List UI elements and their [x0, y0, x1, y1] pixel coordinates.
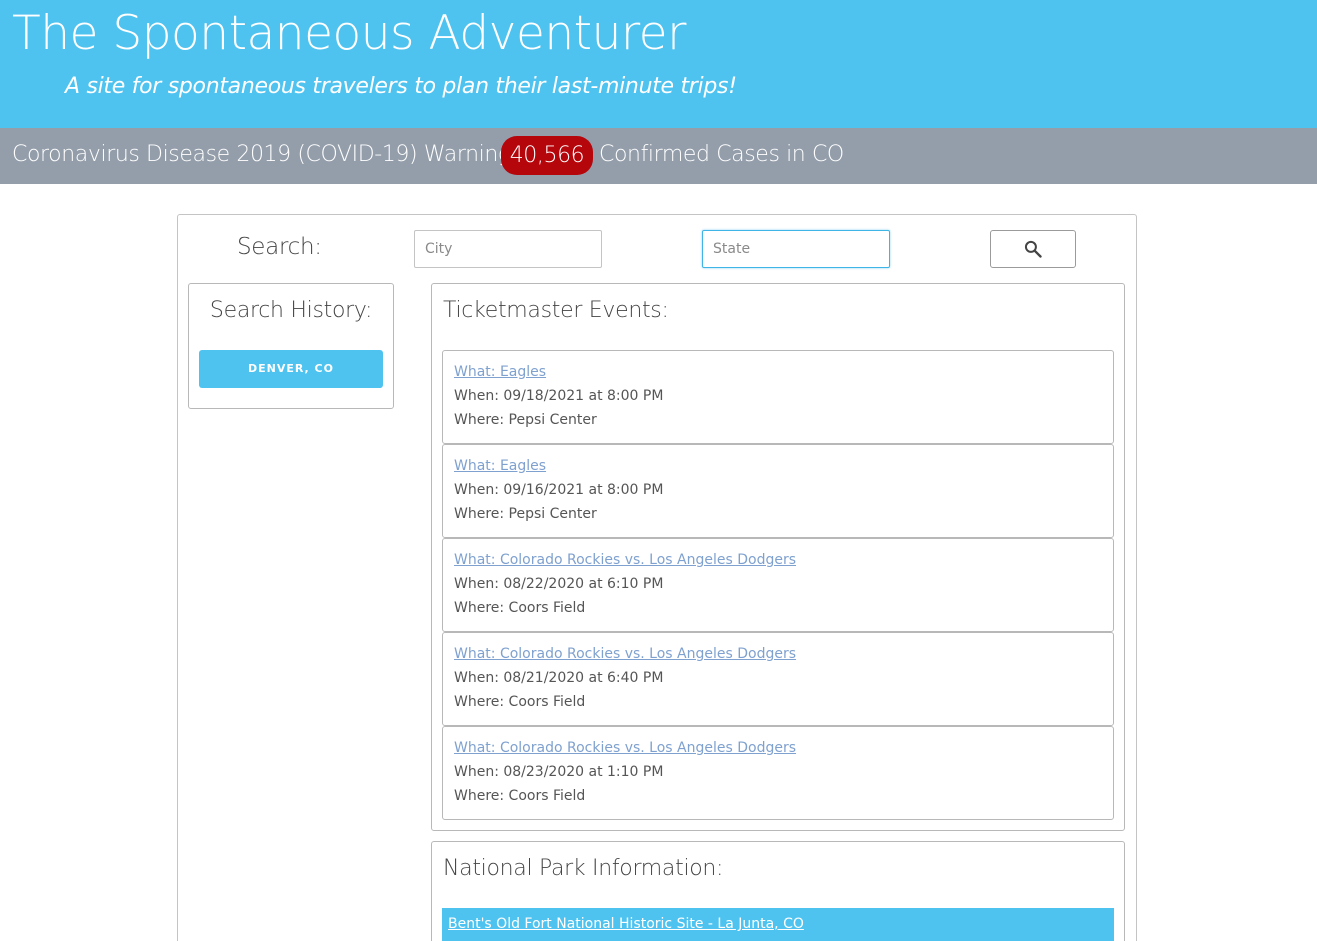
search-button[interactable]: [990, 230, 1076, 268]
case-count-badge: 40,566: [501, 136, 593, 175]
event-when: When: 09/18/2021 at 8:00 PM: [454, 388, 664, 404]
site-title: The Spontaneous Adventurer: [12, 6, 686, 61]
event-where: Where: Coors Field: [454, 694, 586, 710]
event-when: When: 08/21/2020 at 6:40 PM: [454, 670, 664, 686]
event-card: What: Colorado Rockies vs. Los Angeles D…: [442, 632, 1114, 726]
event-link[interactable]: What: Colorado Rockies vs. Los Angeles D…: [454, 740, 796, 756]
event-link[interactable]: What: Eagles: [454, 364, 546, 380]
event-where: Where: Pepsi Center: [454, 412, 597, 428]
park-link[interactable]: Bent's Old Fort National Historic Site -…: [448, 916, 804, 932]
event-link[interactable]: What: Colorado Rockies vs. Los Angeles D…: [454, 646, 796, 662]
search-icon: [1024, 240, 1042, 258]
parks-title: National Park Information:: [443, 856, 724, 881]
site-header: The Spontaneous Adventurer A site for sp…: [0, 0, 1317, 128]
events-title: Ticketmaster Events:: [443, 298, 669, 323]
event-card: What: Colorado Rockies vs. Los Angeles D…: [442, 538, 1114, 632]
park-item: Bent's Old Fort National Historic Site -…: [442, 908, 1114, 941]
covid-warning-bar: Coronavirus Disease 2019 (COVID-19) Warn…: [0, 128, 1317, 184]
event-when: When: 08/23/2020 at 1:10 PM: [454, 764, 664, 780]
city-input[interactable]: [414, 230, 602, 268]
site-subtitle: A site for spontaneous travelers to plan…: [65, 74, 737, 99]
event-card: What: Colorado Rockies vs. Los Angeles D…: [442, 726, 1114, 820]
event-card: What: Eagles When: 09/18/2021 at 8:00 PM…: [442, 350, 1114, 444]
search-history-panel: Search History: DENVER, CO: [188, 283, 394, 409]
event-when: When: 08/22/2020 at 6:10 PM: [454, 576, 664, 592]
event-when: When: 09/16/2021 at 8:00 PM: [454, 482, 664, 498]
event-card: What: Eagles When: 09/16/2021 at 8:00 PM…: [442, 444, 1114, 538]
event-link[interactable]: What: Colorado Rockies vs. Los Angeles D…: [454, 552, 796, 568]
event-where: Where: Pepsi Center: [454, 506, 597, 522]
history-item-button[interactable]: DENVER, CO: [199, 350, 383, 388]
event-where: Where: Coors Field: [454, 788, 586, 804]
warning-prefix: Coronavirus Disease 2019 (COVID-19) Warn…: [12, 142, 518, 167]
state-input[interactable]: [702, 230, 890, 268]
warning-suffix: Confirmed Cases in CO: [599, 142, 844, 167]
search-label: Search:: [237, 234, 322, 260]
event-where: Where: Coors Field: [454, 600, 586, 616]
search-history-title: Search History:: [209, 298, 373, 323]
event-link[interactable]: What: Eagles: [454, 458, 546, 474]
